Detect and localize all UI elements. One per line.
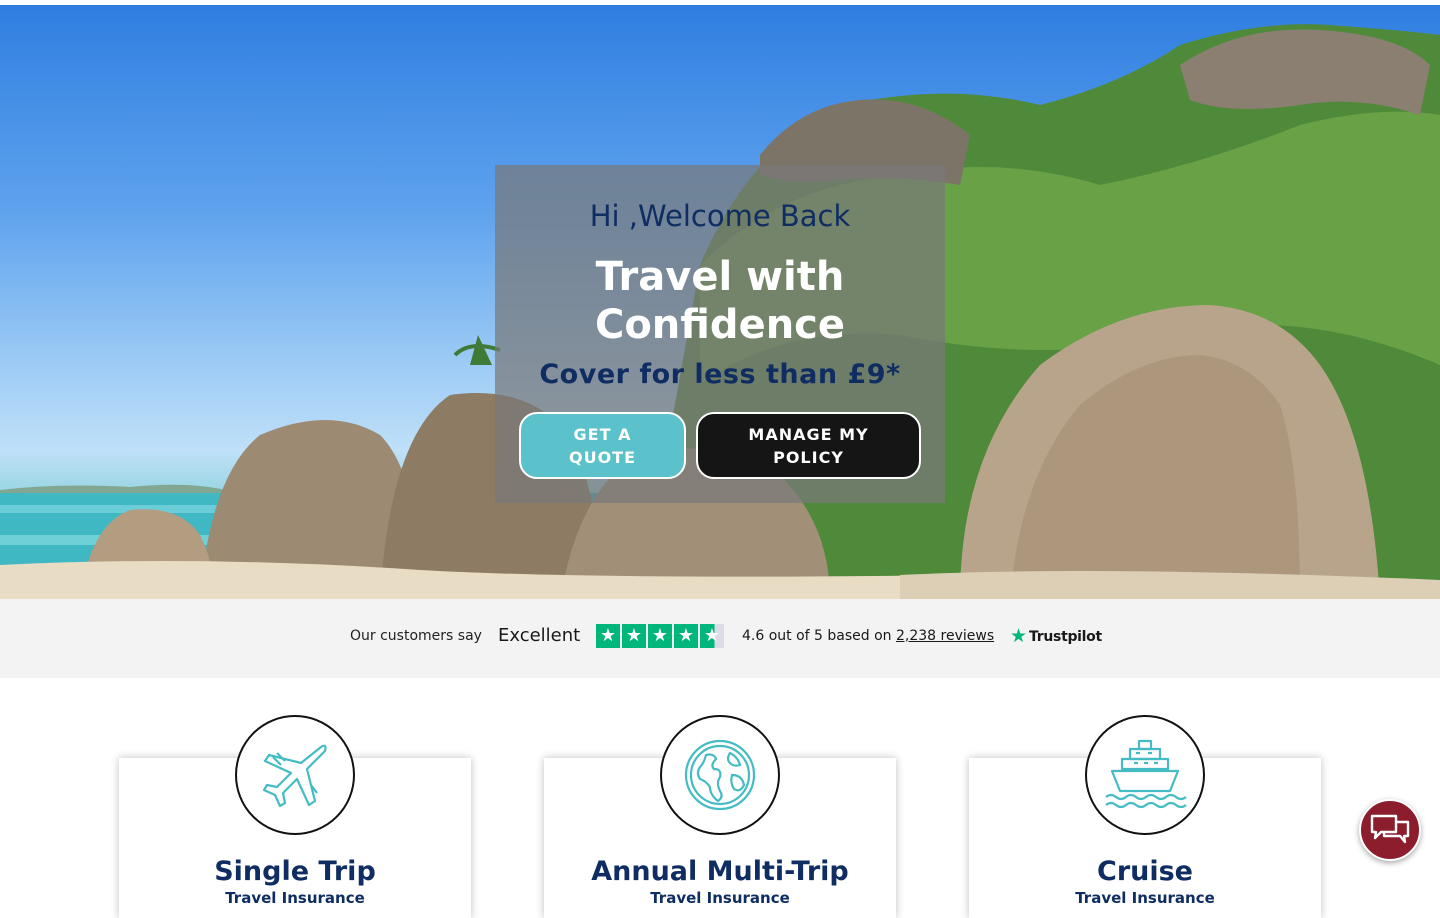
half-star-icon: ★: [700, 624, 724, 648]
reviews-link[interactable]: 2,238 reviews: [896, 628, 994, 644]
trustpilot-logo[interactable]: ★ Trustpilot: [1010, 627, 1102, 646]
card-title: Cruise: [1097, 856, 1193, 887]
hero-welcome-panel: Hi ,Welcome Back Travel with Confidence …: [495, 165, 945, 503]
chat-bubbles-icon: [1370, 814, 1410, 844]
rating-word: Excellent: [498, 625, 581, 646]
manage-my-policy-button[interactable]: MANAGE MY POLICY: [696, 412, 921, 479]
star-icon: ★: [622, 624, 646, 648]
card-subtitle: Travel Insurance: [650, 889, 790, 907]
hero-banner: Hi ,Welcome Back Travel with Confidence …: [0, 5, 1440, 599]
trustpilot-brand: Trustpilot: [1029, 628, 1102, 645]
hero-price-tagline: Cover for less than £9*: [539, 359, 901, 390]
star-icon: ★: [648, 624, 672, 648]
card-title: Annual Multi-Trip: [591, 856, 849, 887]
card-title: Single Trip: [214, 856, 376, 887]
chat-button[interactable]: [1359, 799, 1421, 861]
star-icon: ★: [596, 624, 620, 648]
cruise-ship-icon: [1085, 715, 1205, 835]
customers-say-label: Our customers say: [350, 628, 482, 644]
card-subtitle: Travel Insurance: [1075, 889, 1215, 907]
globe-icon: [660, 715, 780, 835]
card-subtitle: Travel Insurance: [225, 889, 365, 907]
welcome-message: Hi ,Welcome Back: [589, 199, 851, 233]
get-a-quote-button[interactable]: GET A QUOTE: [519, 412, 686, 479]
trustpilot-bar: Our customers say Excellent ★ ★ ★ ★ ★ 4.…: [0, 599, 1440, 678]
star-icon: ★: [674, 624, 698, 648]
hero-headline: Travel with Confidence: [594, 254, 846, 348]
airplane-icon: [235, 715, 355, 835]
star-rating: ★ ★ ★ ★ ★: [596, 624, 724, 648]
trustpilot-star-icon: ★: [1010, 625, 1028, 647]
rating-score: 4.6 out of 5 based on: [742, 628, 892, 644]
